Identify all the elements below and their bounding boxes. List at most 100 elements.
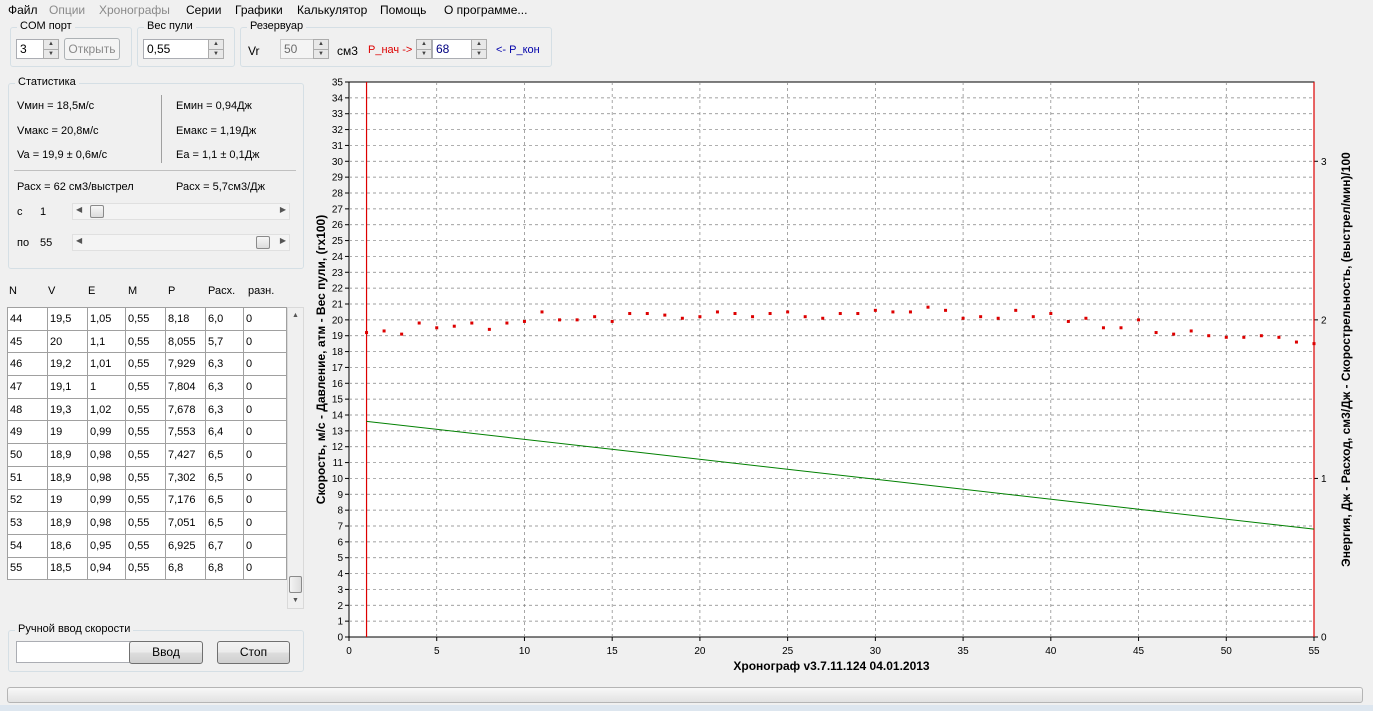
table-cell[interactable]: 19,1 (47, 375, 88, 399)
pressure-spinner[interactable]: ▲ ▼ (416, 39, 432, 59)
table-cell[interactable]: 6,5 (205, 465, 244, 490)
table-cell[interactable]: 18,5 (47, 556, 88, 581)
spin-down-icon[interactable]: ▼ (209, 50, 223, 59)
col-consumption[interactable]: Расх. (208, 285, 235, 297)
table-cell[interactable]: 18,9 (47, 443, 88, 467)
range-to-slider[interactable]: ◀ ▶ (72, 234, 290, 251)
spin-down-icon[interactable]: ▼ (44, 50, 58, 59)
enter-button[interactable]: Ввод (129, 641, 203, 664)
table-cell[interactable]: 0 (243, 329, 287, 354)
open-port-button[interactable]: Открыть (64, 38, 120, 60)
table-row[interactable]: 52 19 0,99 0,55 7,176 6,5 0 (7, 488, 287, 513)
table-cell[interactable]: 19 (47, 488, 88, 513)
pressure-end-spinner[interactable]: ▲ ▼ (471, 39, 487, 59)
table-cell[interactable]: 6,3 (205, 352, 244, 377)
table-cell[interactable]: 0,55 (125, 533, 166, 558)
table-cell[interactable]: 8,18 (165, 307, 206, 331)
table-cell[interactable]: 19,5 (47, 307, 88, 331)
col-m[interactable]: M (128, 285, 137, 297)
table-cell[interactable]: 19,2 (47, 352, 88, 377)
table-cell[interactable]: 0 (243, 488, 287, 513)
table-cell[interactable]: 0,99 (87, 488, 126, 513)
table-row[interactable]: 46 19,2 1,01 0,55 7,929 6,3 0 (7, 352, 287, 377)
table-cell[interactable]: 0,55 (125, 397, 166, 422)
table-cell[interactable]: 6,5 (205, 443, 244, 467)
table-cell[interactable]: 7,553 (165, 420, 206, 445)
table-cell[interactable]: 1 (87, 375, 126, 399)
table-cell[interactable]: 44 (7, 307, 48, 331)
spin-up-icon[interactable]: ▲ (44, 40, 58, 50)
table-cell[interactable]: 0 (243, 375, 287, 399)
table-cell[interactable]: 0 (243, 397, 287, 422)
table-row[interactable]: 50 18,9 0,98 0,55 7,427 6,5 0 (7, 443, 287, 467)
menu-file[interactable]: Файл (8, 3, 38, 17)
table-row[interactable]: 54 18,6 0,95 0,55 6,925 6,7 0 (7, 533, 287, 558)
table-cell[interactable]: 0 (243, 420, 287, 445)
menu-about[interactable]: О программе... (444, 3, 527, 17)
table-cell[interactable]: 1,05 (87, 307, 126, 331)
table-cell[interactable]: 1,1 (87, 329, 126, 354)
range-from-slider[interactable]: ◀ ▶ (72, 203, 290, 220)
table-cell[interactable]: 7,176 (165, 488, 206, 513)
col-n[interactable]: N (9, 285, 17, 297)
table-cell[interactable]: 1,01 (87, 352, 126, 377)
scroll-up-icon[interactable]: ▲ (292, 312, 299, 319)
table-cell[interactable]: 0 (243, 533, 287, 558)
spin-up-icon[interactable]: ▲ (417, 40, 431, 50)
table-cell[interactable]: 48 (7, 397, 48, 422)
table-scroll-thumb[interactable] (289, 576, 302, 593)
bullet-weight-input[interactable]: 0,55 (143, 39, 209, 59)
spin-down-icon[interactable]: ▼ (417, 50, 431, 59)
table-row[interactable]: 51 18,9 0,98 0,55 7,302 6,5 0 (7, 465, 287, 490)
table-cell[interactable]: 6,4 (205, 420, 244, 445)
table-cell[interactable]: 54 (7, 533, 48, 558)
table-cell[interactable]: 6,7 (205, 533, 244, 558)
scroll-left-icon[interactable]: ◀ (76, 236, 82, 245)
table-cell[interactable]: 18,9 (47, 511, 88, 535)
table-cell[interactable]: 0,98 (87, 465, 126, 490)
table-row[interactable]: 44 19,5 1,05 0,55 8,18 6,0 0 (7, 307, 287, 331)
table-cell[interactable]: 0,55 (125, 511, 166, 535)
spin-up-icon[interactable]: ▲ (314, 40, 328, 50)
table-cell[interactable]: 0,55 (125, 556, 166, 581)
table-cell[interactable]: 1,02 (87, 397, 126, 422)
table-cell[interactable]: 47 (7, 375, 48, 399)
manual-speed-input[interactable] (16, 641, 141, 663)
table-cell[interactable]: 0,99 (87, 420, 126, 445)
table-cell[interactable]: 0,55 (125, 420, 166, 445)
table-cell[interactable]: 45 (7, 329, 48, 354)
stop-button[interactable]: Стоп (217, 641, 290, 664)
table-cell[interactable]: 0 (243, 556, 287, 581)
bullet-weight-spinner[interactable]: ▲ ▼ (208, 39, 224, 59)
table-cell[interactable]: 6,3 (205, 397, 244, 422)
table-cell[interactable]: 51 (7, 465, 48, 490)
table-cell[interactable]: 0,98 (87, 443, 126, 467)
table-cell[interactable]: 6,8 (205, 556, 244, 581)
table-cell[interactable]: 20 (47, 329, 88, 354)
pressure-input[interactable]: 68 (432, 39, 472, 59)
scroll-right-icon[interactable]: ▶ (280, 205, 286, 214)
table-cell[interactable]: 55 (7, 556, 48, 581)
menu-options[interactable]: Опции (49, 3, 85, 17)
slider-thumb[interactable] (256, 236, 270, 249)
table-cell[interactable]: 6,5 (205, 511, 244, 535)
scroll-right-icon[interactable]: ▶ (280, 236, 286, 245)
table-cell[interactable]: 7,302 (165, 465, 206, 490)
table-cell[interactable]: 53 (7, 511, 48, 535)
table-cell[interactable]: 7,929 (165, 352, 206, 377)
table-cell[interactable]: 0 (243, 443, 287, 467)
table-row[interactable]: 49 19 0,99 0,55 7,553 6,4 0 (7, 420, 287, 445)
table-row[interactable]: 45 20 1,1 0,55 8,055 5,7 0 (7, 329, 287, 354)
table-cell[interactable]: 49 (7, 420, 48, 445)
table-cell[interactable]: 0,55 (125, 307, 166, 331)
table-cell[interactable]: 0 (243, 465, 287, 490)
col-p[interactable]: P (168, 285, 175, 297)
spin-down-icon[interactable]: ▼ (314, 50, 328, 59)
vr-input[interactable]: 50 (280, 39, 314, 59)
table-row[interactable]: 47 19,1 1 0,55 7,804 6,3 0 (7, 375, 287, 399)
menu-charts[interactable]: Графики (235, 3, 283, 17)
table-cell[interactable]: 0,98 (87, 511, 126, 535)
menu-series[interactable]: Серии (186, 3, 221, 17)
table-cell[interactable]: 46 (7, 352, 48, 377)
table-cell[interactable]: 0 (243, 307, 287, 331)
